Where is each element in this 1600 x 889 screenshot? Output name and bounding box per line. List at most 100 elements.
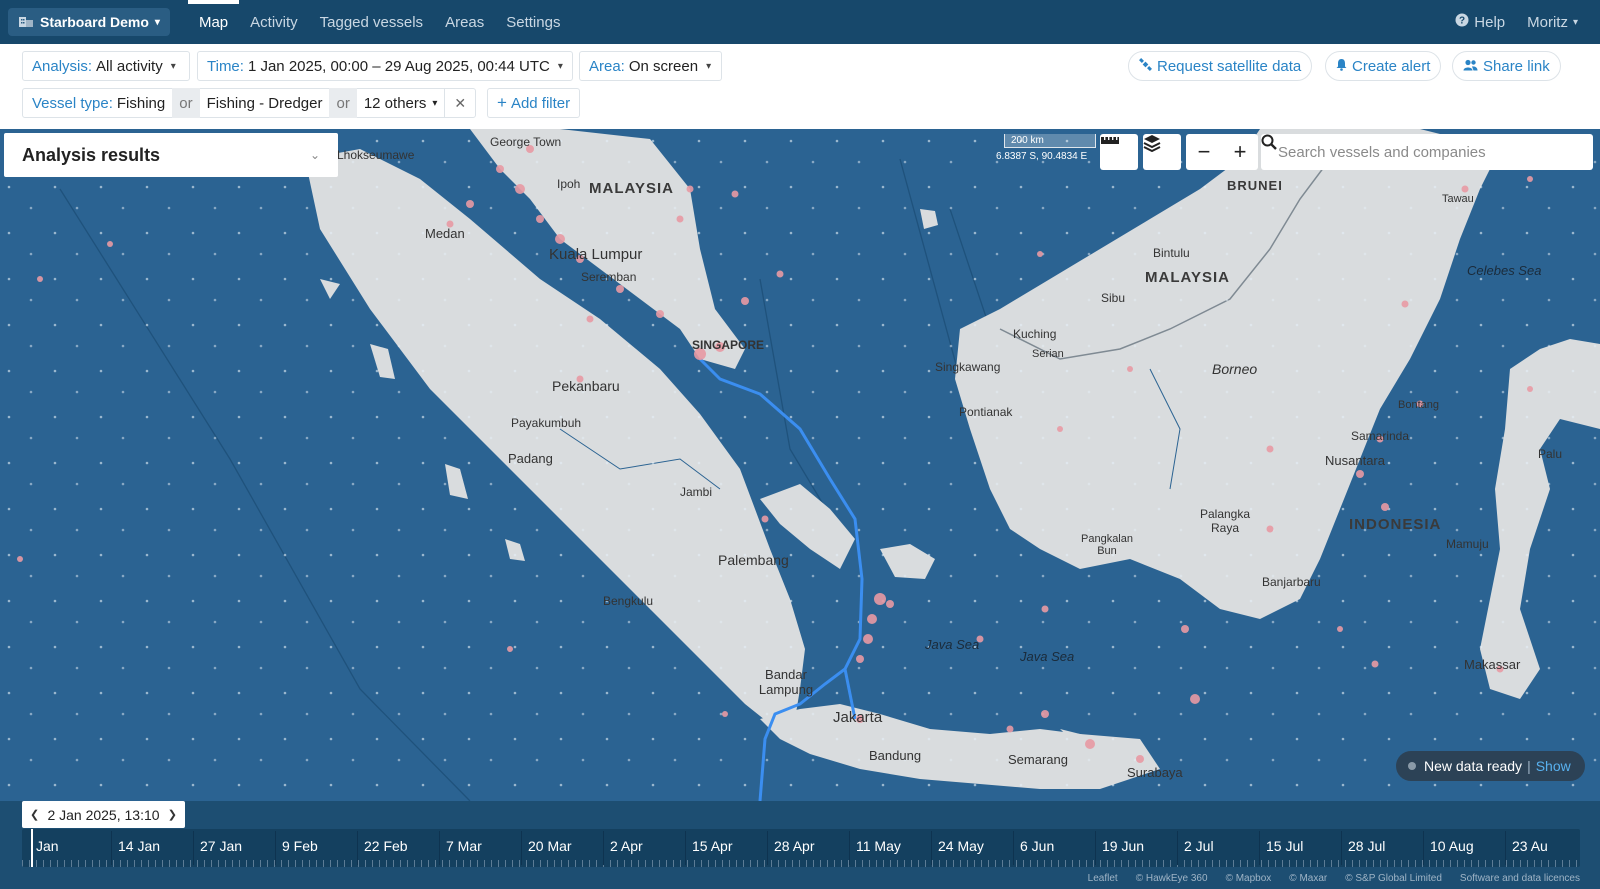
- users-icon: [1463, 58, 1478, 75]
- or-separator: or: [172, 88, 200, 118]
- new-data-separator: |: [1527, 758, 1531, 774]
- map-label-jakarta: Jakarta: [833, 709, 883, 726]
- add-filter-button[interactable]: + Add filter: [487, 88, 581, 118]
- vessel-type-value-2: Fishing - Dredger: [206, 94, 323, 112]
- map-label-palangka-raya: Palangka Raya: [1199, 507, 1251, 535]
- timeline-separator: [1095, 831, 1096, 865]
- satellite-icon: [1139, 57, 1152, 75]
- timeline-playhead[interactable]: [31, 829, 33, 867]
- map-label-bintulu: Bintulu: [1153, 246, 1190, 260]
- scale-bar: 200 km: [1004, 134, 1096, 148]
- map-label-bandung: Bandung: [869, 748, 922, 763]
- vessel-type-more[interactable]: 12 others ▾: [357, 88, 445, 118]
- map-label-bontang: Bontang: [1398, 399, 1439, 411]
- chevron-down-icon: ▾: [557, 60, 563, 72]
- map-label-borneo: Borneo: [1212, 361, 1258, 377]
- zoom-in-button[interactable]: +: [1224, 139, 1256, 165]
- area-filter[interactable]: Area: On screen ▾: [579, 51, 722, 81]
- chevron-down-icon: ▾: [170, 60, 176, 72]
- map-label-malaysia-west: MALAYSIA: [589, 180, 674, 197]
- tab-tagged-vessels[interactable]: Tagged vessels: [309, 0, 434, 44]
- bell-icon: [1336, 58, 1347, 75]
- map-attribution: Leaflet © HawkEye 360 © Mapbox © Maxar © S&P…: [1088, 873, 1580, 884]
- timeline-separator: [767, 831, 768, 865]
- timeline-track[interactable]: Jan 14 Jan 27 Jan 9 Feb 22 Feb 7 Mar 20 Mar 2 A…: [22, 829, 1580, 867]
- create-alert-button[interactable]: Create alert: [1325, 51, 1442, 81]
- chevron-right-icon[interactable]: ❯: [168, 808, 177, 821]
- help-link[interactable]: ? Help: [1455, 13, 1505, 31]
- tab-settings[interactable]: Settings: [495, 0, 571, 44]
- vessel-type-filter[interactable]: Vessel type: Fishing or Fishing - Dredge…: [22, 88, 477, 118]
- timeline-separator: [439, 831, 440, 865]
- attribution-link[interactable]: © Mapbox: [1226, 873, 1272, 884]
- time-filter[interactable]: Time: 1 Jan 2025, 00:00 – 29 Aug 2025, 0…: [197, 51, 573, 81]
- zoom-out-button[interactable]: −: [1188, 139, 1220, 165]
- request-satellite-button[interactable]: Request satellite data: [1128, 51, 1313, 81]
- map-label-medan: Medan: [425, 226, 465, 241]
- attribution-link[interactable]: Leaflet: [1088, 873, 1118, 884]
- search-input[interactable]: [1261, 135, 1559, 169]
- chevron-down-icon: ▾: [432, 97, 438, 109]
- map-label-semarang: Semarang: [1008, 752, 1068, 767]
- time-filter-value: 1 Jan 2025, 00:00 – 29 Aug 2025, 00:44 U…: [247, 57, 550, 75]
- map-label-kuching: Kuching: [1013, 327, 1057, 341]
- user-name: Moritz: [1527, 13, 1568, 31]
- user-menu[interactable]: Moritz ▾: [1527, 14, 1578, 31]
- map-label-samarinda: Samarinda: [1351, 429, 1410, 443]
- map-label-sibu: Sibu: [1101, 291, 1126, 305]
- chevron-down-icon: ▾: [1572, 16, 1578, 28]
- map-label-george-town: George Town: [490, 135, 562, 149]
- layers-button[interactable]: [1143, 134, 1181, 170]
- share-link-button[interactable]: Share link: [1452, 51, 1561, 81]
- timeline-label: 6 Jun: [1020, 838, 1055, 854]
- attribution-link[interactable]: © Maxar: [1289, 873, 1327, 884]
- chevron-left-icon[interactable]: ❮: [30, 808, 39, 821]
- map-label-seremban: Seremban: [581, 270, 637, 284]
- map-label-singkawang: Singkawang: [935, 360, 1001, 374]
- close-icon[interactable]: ✕: [444, 88, 475, 118]
- map-label-palu: Palu: [1538, 447, 1563, 461]
- tab-map[interactable]: Map: [187, 0, 240, 44]
- area-filter-key: Area:: [589, 57, 625, 75]
- map-scale: 200 km 6.8387 S, 90.4834 E: [996, 134, 1096, 162]
- tab-activity[interactable]: Activity: [239, 0, 309, 44]
- map-label-lhokseumawe: Lhokseumawe: [337, 148, 415, 162]
- timeline-label: 24 May: [938, 838, 984, 854]
- attribution-link[interactable]: © S&P Global Limited: [1345, 873, 1442, 884]
- map-label-payakumbuh: Payakumbuh: [511, 416, 582, 430]
- filter-bar: Analysis: All activity ▾ Time: 1 Jan 202…: [0, 44, 1600, 129]
- map-label-mamuju: Mamuju: [1446, 537, 1489, 551]
- timeline-label: 23 Au: [1512, 838, 1548, 854]
- analysis-results-panel[interactable]: Analysis results ⌄: [4, 133, 338, 177]
- timeline-cursor-date: 2 Jan 2025, 13:10: [47, 806, 160, 823]
- share-link-label: Share link: [1483, 57, 1550, 75]
- map-label-pangkalan-bun: Pangkalan Bun: [1081, 533, 1133, 557]
- timeline-cursor[interactable]: ❮ 2 Jan 2025, 13:10 ❯: [22, 801, 185, 828]
- plus-icon: +: [497, 93, 507, 112]
- timeline-separator: [357, 831, 358, 865]
- timeline-label: Jan: [36, 838, 59, 854]
- analysis-filter[interactable]: Analysis: All activity ▾: [22, 51, 190, 81]
- timeline: ❮ 2 Jan 2025, 13:10 ❯ Jan 14 Jan 27 Jan 9 F…: [0, 801, 1600, 889]
- chevron-down-icon: ▾: [706, 60, 712, 72]
- new-data-text: New data ready: [1424, 758, 1523, 774]
- timeline-label: 27 Jan: [200, 838, 243, 854]
- map-canvas[interactable]: MALAYSIA MALAYSIA INDONESIA BRUNEI Borne…: [0, 129, 1600, 801]
- attribution-link[interactable]: Software and data licences: [1460, 873, 1580, 884]
- timeline-separator: [1013, 831, 1014, 865]
- timeline-label: 15 Jul: [1266, 838, 1304, 854]
- time-filter-key: Time:: [207, 57, 244, 75]
- area-filter-value: On screen: [628, 57, 699, 75]
- analysis-results-title: Analysis results: [22, 144, 161, 165]
- timeline-separator: [1177, 831, 1178, 865]
- map-label-jambi: Jambi: [680, 485, 713, 499]
- measure-button[interactable]: [1100, 134, 1138, 170]
- workspace-switcher[interactable]: Starboard Demo ▾: [8, 8, 170, 36]
- map-label-ipoh: Ipoh: [557, 177, 581, 191]
- timeline-separator: [685, 831, 686, 865]
- attribution-link[interactable]: © HawkEye 360: [1136, 873, 1208, 884]
- map-label-bengkulu: Bengkulu: [603, 594, 654, 608]
- show-new-data-link[interactable]: Show: [1536, 758, 1571, 774]
- timeline-separator: [849, 831, 850, 865]
- tab-areas[interactable]: Areas: [434, 0, 495, 44]
